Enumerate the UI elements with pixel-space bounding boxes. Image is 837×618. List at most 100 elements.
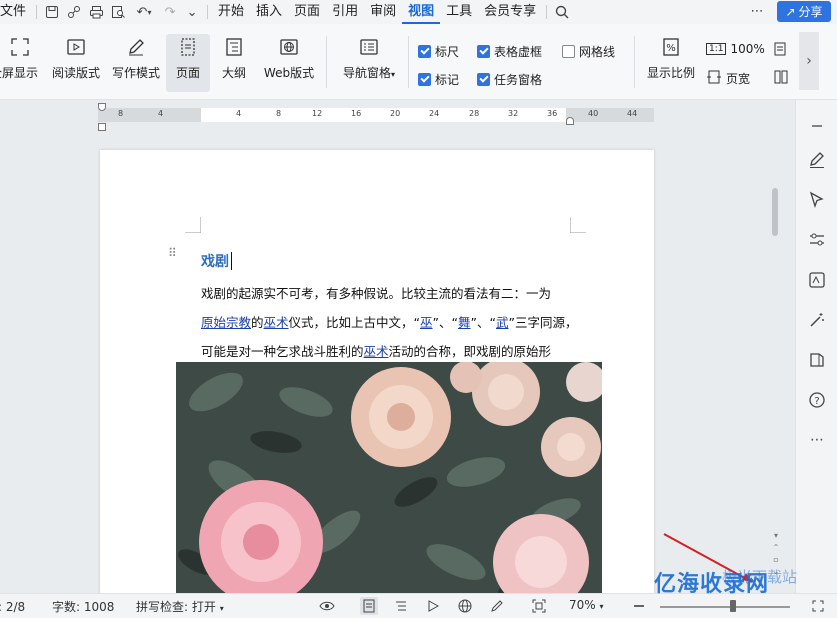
writing-mode-button[interactable]: 写作模式 — [108, 34, 164, 92]
outline-button[interactable]: 大纲 — [216, 34, 252, 92]
paragraph-line-1[interactable]: 戏剧的起源实不可考，有多种假说。比较主流的看法有二：一为 — [201, 283, 551, 302]
print-icon[interactable] — [85, 0, 107, 24]
rose-photo[interactable] — [176, 362, 602, 593]
undo-icon[interactable]: ↶ ▾ — [129, 0, 159, 24]
vertical-scrollbar-thumb[interactable] — [772, 188, 778, 236]
ruler-tick: 4 — [158, 109, 164, 118]
tab-tools[interactable]: 工具 — [440, 0, 478, 24]
zoom-level-dropdown[interactable]: 70% ▾ — [569, 598, 604, 612]
marks-checkbox[interactable]: 标记 — [418, 71, 459, 88]
reading-layout-label: 阅读版式 — [51, 66, 100, 80]
eye-protection-icon[interactable] — [318, 597, 336, 615]
fullscreen-button[interactable]: 全屏显示 — [0, 34, 42, 92]
ruler-checkbox-label: 标尺 — [435, 45, 460, 59]
share-button[interactable]: ↗ 分享 — [777, 1, 831, 22]
ruler-indent-bottom-marker[interactable] — [98, 123, 106, 131]
globe-icon — [279, 34, 299, 60]
display-ratio-label: 显示比例 — [646, 66, 695, 80]
more-ribbon-button-top[interactable] — [774, 42, 786, 59]
link-primitive-religion[interactable]: 原始宗教 — [201, 315, 251, 330]
paragraph-drag-handle-icon[interactable]: ⠿ — [168, 247, 177, 259]
display-ratio-button[interactable]: % 显示比例 — [644, 34, 698, 92]
tab-home[interactable]: 开始 — [212, 0, 250, 24]
ruler-tick: 8 — [118, 109, 124, 118]
tab-review[interactable]: 审阅 — [364, 0, 402, 24]
quick-access-more-icon[interactable]: ⌄ — [181, 0, 203, 24]
page-width-button[interactable]: 页宽 — [706, 70, 750, 87]
search-icon[interactable] — [551, 0, 573, 24]
link-witchcraft-2[interactable]: 巫术 — [364, 344, 389, 359]
book-icon[interactable] — [805, 348, 829, 372]
page-width-label: 页宽 — [726, 72, 751, 86]
menu-file[interactable]: 文件 — [0, 0, 32, 24]
web-view-icon[interactable] — [456, 597, 474, 615]
more-icon[interactable]: ⋯ — [805, 428, 829, 452]
outline-view-icon[interactable] — [392, 597, 410, 615]
divider — [408, 36, 409, 88]
fullscreen-toggle-icon[interactable] — [809, 597, 827, 615]
writing-mode-label: 写作模式 — [111, 66, 160, 80]
task-pane-checkbox[interactable]: 任务窗格 — [477, 71, 542, 88]
tab-references[interactable]: 引用 — [326, 0, 364, 24]
tab-page[interactable]: 页面 — [288, 0, 326, 24]
divider — [326, 36, 327, 88]
text-run: ”、“ — [432, 315, 458, 330]
pen-icon — [126, 34, 146, 60]
zoom-100-label: 100% — [730, 42, 765, 56]
more-ribbon-button-bottom[interactable] — [774, 70, 788, 87]
fit-page-icon[interactable] — [530, 597, 548, 615]
fullscreen-icon — [10, 34, 30, 60]
tab-insert[interactable]: 插入 — [250, 0, 288, 24]
percent-icon: % — [661, 34, 681, 60]
adjust-sliders-icon[interactable] — [805, 228, 829, 252]
web-layout-button[interactable]: Web版式 — [260, 34, 318, 92]
ribbon-scroll-right-button[interactable]: › — [799, 32, 819, 90]
document-heading[interactable]: 戏剧 — [201, 251, 229, 271]
writing-view-icon[interactable] — [488, 597, 506, 615]
select-cursor-icon[interactable] — [805, 188, 829, 212]
pen-icon[interactable] — [805, 148, 829, 172]
link-dance[interactable]: 舞 — [458, 315, 471, 330]
zoom-slider-knob[interactable] — [730, 600, 736, 612]
spellcheck-status[interactable]: 拼写检查: 打开 ▾ — [136, 598, 224, 615]
reading-layout-button[interactable]: 阅读版式 — [48, 34, 104, 92]
gridlines-checkbox[interactable]: 网格线 — [562, 43, 615, 60]
navigation-pane-button[interactable]: 导航窗格▾ — [338, 34, 400, 92]
smart-tool-icon[interactable] — [805, 268, 829, 292]
link-martial[interactable]: 武 — [496, 315, 509, 330]
divider — [546, 5, 548, 19]
zoom-100-button[interactable]: 1:1 100% — [706, 42, 765, 56]
ruler-tick: 28 — [469, 109, 480, 118]
paragraph-line-3[interactable]: 可能是对一种乞求战斗胜利的巫术活动的合称，即戏剧的原始形 — [201, 341, 551, 360]
paragraph-line-2[interactable]: 原始宗教的巫术仪式，比如上古中文，“巫”、“舞”、“武”三字同源， — [201, 312, 577, 331]
help-icon[interactable]: ? — [805, 388, 829, 412]
document-page[interactable]: ⠿ 戏剧 戏剧的起源实不可考，有多种假说。比较主流的看法有二：一为 原始宗教的巫… — [100, 150, 654, 593]
zoom-slider[interactable] — [660, 606, 790, 608]
page-count[interactable]: 页: 2/8 — [0, 598, 25, 615]
ruler-checkbox[interactable]: 标尺 — [418, 43, 459, 60]
play-icon[interactable] — [424, 597, 442, 615]
ruler-tick: 12 — [312, 109, 323, 118]
ruler-right-indent-marker[interactable] — [566, 117, 574, 125]
navigation-pane-icon — [359, 34, 379, 60]
link-wu[interactable]: 巫 — [420, 315, 433, 330]
redo-icon[interactable]: ↷ — [159, 0, 181, 24]
magic-wand-icon[interactable] — [805, 308, 829, 332]
link-witchcraft[interactable]: 巫术 — [264, 315, 289, 330]
page-view-icon[interactable] — [360, 597, 378, 615]
more-options-icon[interactable]: ⋯ — [747, 2, 767, 22]
save-icon[interactable] — [41, 0, 63, 24]
minimize-pane-icon[interactable] — [805, 114, 829, 138]
page-layout-button[interactable]: 页面 — [166, 34, 210, 92]
zoom-out-icon[interactable] — [630, 597, 648, 615]
tab-view[interactable]: 视图 — [402, 0, 441, 24]
divider — [634, 36, 635, 88]
word-count[interactable]: 字数: 1008 — [52, 598, 114, 615]
ruler-indent-top-marker[interactable] — [98, 103, 106, 111]
margin-corner-mark — [185, 217, 201, 233]
table-grid-checkbox[interactable]: 表格虚框 — [477, 43, 542, 60]
share-link-icon[interactable] — [63, 0, 85, 24]
print-preview-icon[interactable] — [107, 0, 129, 24]
tab-membership[interactable]: 会员专享 — [478, 0, 542, 24]
ribbon: 全屏显示 阅读版式 写作模式 页面 大纲 Web版式 导航窗格▾ 标尺 表格虚框… — [0, 24, 837, 100]
